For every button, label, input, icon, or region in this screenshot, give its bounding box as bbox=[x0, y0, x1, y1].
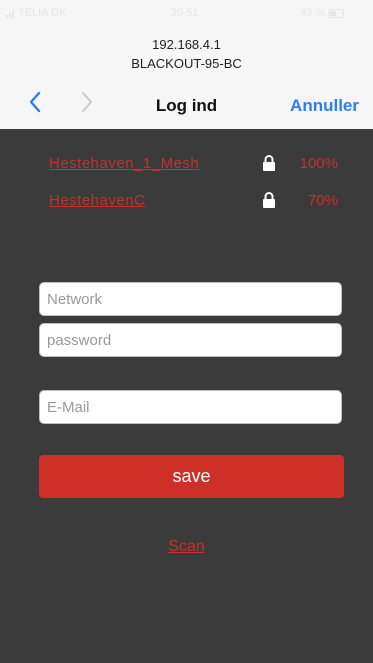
battery-icon bbox=[328, 8, 345, 18]
signal-strength: 70% bbox=[307, 192, 338, 209]
lock-icon bbox=[262, 192, 276, 208]
network-input[interactable] bbox=[39, 282, 342, 316]
email-input[interactable] bbox=[39, 390, 342, 424]
clock: 20.51 bbox=[171, 7, 199, 19]
network-link[interactable]: HestehavenC bbox=[49, 192, 145, 209]
status-bar: TELIA DK 20.51 43 % bbox=[0, 0, 373, 26]
page-url: 192.168.4.1 bbox=[152, 37, 221, 52]
cancel-button[interactable]: Annuller bbox=[290, 96, 359, 116]
battery-status: 43 % bbox=[300, 7, 345, 19]
signal-strength: 100% bbox=[299, 155, 338, 172]
lock-icon bbox=[262, 155, 276, 171]
network-list-item[interactable]: Hestehaven_1_Mesh 100% bbox=[49, 155, 354, 177]
network-link[interactable]: Hestehaven_1_Mesh bbox=[49, 155, 199, 172]
scan-link[interactable]: Scan bbox=[0, 538, 373, 556]
carrier-label: TELIA DK bbox=[18, 7, 67, 19]
network-list-item[interactable]: HestehavenC 70% bbox=[49, 192, 354, 214]
battery-label: 43 % bbox=[300, 7, 326, 19]
password-input[interactable] bbox=[39, 323, 342, 357]
browser-header: TELIA DK 20.51 43 % 192.168.4.1 BLACKOUT… bbox=[0, 0, 373, 129]
signal-icon bbox=[6, 9, 15, 21]
save-button[interactable]: save bbox=[39, 455, 344, 498]
page-subtitle: BLACKOUT-95-BC bbox=[131, 56, 242, 71]
